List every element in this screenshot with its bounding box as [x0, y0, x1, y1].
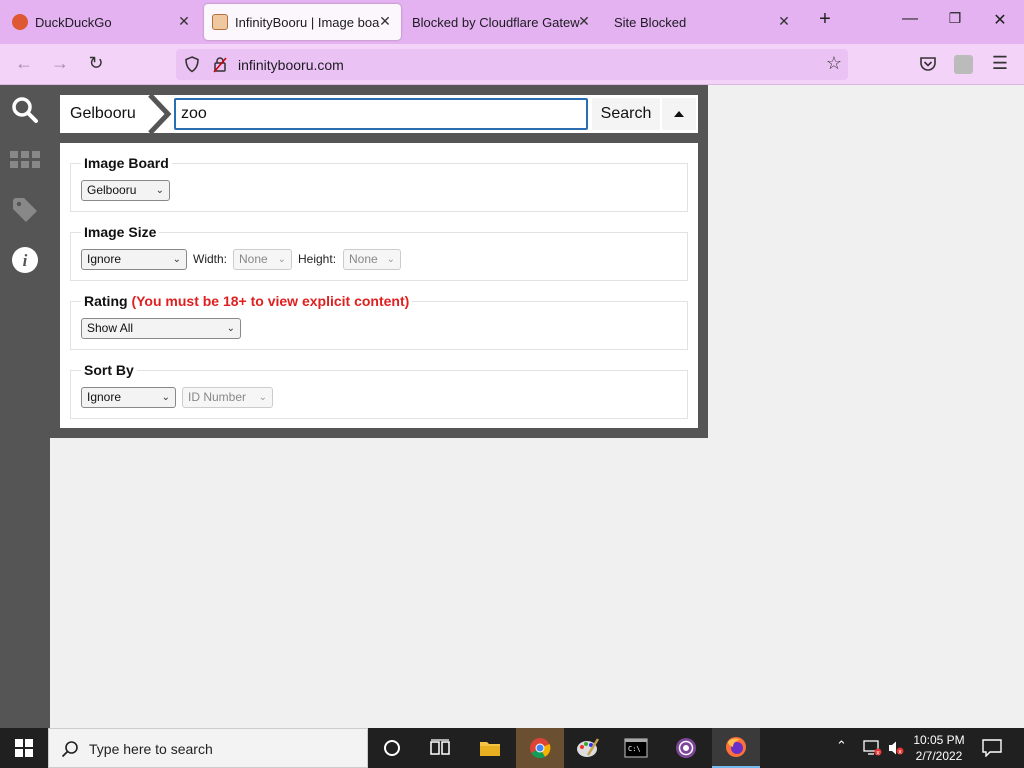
close-tab-icon[interactable]: ✕ — [377, 13, 393, 30]
taskbar-search[interactable]: Type here to search — [48, 728, 368, 768]
tab-cloudflare-blocked[interactable]: Blocked by Cloudflare Gateway ✕ — [404, 4, 600, 40]
chevron-down-icon: ⌄ — [172, 254, 181, 265]
tab-title: InfinityBooru | Image board — [235, 14, 380, 30]
navigation-bar: ← → ↻ infinitybooru.com ☆ ☰ — [0, 44, 1024, 85]
rating-select[interactable]: Show All ⌄ — [81, 318, 241, 339]
back-icon[interactable]: ← — [12, 53, 36, 74]
chevron-down-icon: ⌄ — [277, 254, 286, 265]
bookmark-star-icon[interactable]: ☆ — [826, 53, 842, 74]
search-panel: Gelbooru zoo Search Image Board Gelbooru… — [50, 85, 708, 438]
tab-duckduckgo[interactable]: DuckDuckGo ✕ — [4, 4, 200, 40]
tag-icon[interactable] — [10, 195, 40, 225]
search-button[interactable]: Search — [592, 98, 660, 130]
tab-title: DuckDuckGo — [35, 14, 112, 30]
search-row: Gelbooru zoo Search — [60, 95, 698, 133]
search-icon[interactable] — [10, 95, 40, 125]
info-icon[interactable]: i — [10, 245, 40, 275]
lock-icon[interactable] — [212, 56, 228, 73]
width-label: Width: — [193, 252, 228, 266]
image-size-group: Image Size Ignore ⌄ Width: None ⌄ Height: … — [70, 224, 688, 281]
firefox-icon[interactable] — [712, 728, 760, 768]
close-tab-icon[interactable]: ✕ — [176, 13, 192, 30]
chevron-down-icon: ⌄ — [161, 392, 170, 403]
image-board-legend: Image Board — [81, 155, 172, 171]
svg-text:x: x — [876, 750, 880, 757]
chrome-icon[interactable] — [516, 728, 564, 768]
search-input[interactable]: zoo — [174, 98, 588, 130]
close-tab-icon[interactable]: ✕ — [576, 13, 592, 30]
volume-muted-icon[interactable]: x — [888, 740, 904, 756]
network-icon[interactable]: x — [862, 740, 882, 756]
sort-by-legend: Sort By — [81, 362, 137, 378]
duckduckgo-icon — [12, 14, 28, 30]
tab-title: Blocked by Cloudflare Gateway — [412, 14, 580, 30]
triangle-up-icon — [674, 111, 684, 117]
taskbar: Type here to search C:\ ⌃ x x 10:05 PM 2… — [0, 728, 1024, 768]
site-sidebar: i — [0, 85, 50, 728]
height-label: Height: — [298, 252, 337, 266]
sort-by-group: Sort By Ignore ⌄ ID Number ⌄ — [70, 362, 688, 419]
rating-group: Rating (You must be 18+ to view explicit… — [70, 293, 688, 350]
notification-icon[interactable] — [982, 739, 1002, 757]
image-size-legend: Image Size — [81, 224, 160, 240]
width-select[interactable]: None ⌄ — [233, 249, 292, 270]
grid-icon[interactable] — [10, 145, 40, 175]
paint-icon[interactable] — [564, 728, 612, 768]
image-board-select[interactable]: Gelbooru ⌄ — [81, 180, 170, 201]
age-warning: (You must be 18+ to view explicit conten… — [131, 293, 410, 309]
collapse-options-button[interactable] — [662, 98, 696, 130]
tab-site-blocked[interactable]: Site Blocked ✕ — [604, 4, 800, 40]
svg-text:x: x — [898, 749, 902, 756]
chevron-right-icon — [148, 95, 172, 133]
chevron-down-icon: ⌄ — [258, 392, 267, 403]
restore-icon[interactable]: ❐ — [945, 10, 965, 27]
sort-by-select[interactable]: Ignore ⌄ — [81, 387, 176, 408]
height-select[interactable]: None ⌄ — [343, 249, 401, 270]
chevron-down-icon: ⌄ — [386, 254, 395, 265]
pocket-icon[interactable] — [919, 56, 937, 73]
new-tab-icon[interactable]: + — [815, 8, 835, 31]
task-view-icon[interactable] — [416, 728, 464, 768]
reload-icon[interactable]: ↻ — [84, 53, 108, 74]
minimize-icon[interactable]: — — [900, 10, 920, 28]
image-size-select[interactable]: Ignore ⌄ — [81, 249, 187, 270]
account-avatar[interactable] — [954, 55, 973, 74]
windows-start-icon[interactable] — [0, 728, 48, 768]
shield-icon[interactable] — [184, 56, 200, 73]
tray-chevron-up-icon[interactable]: ⌃ — [836, 738, 847, 754]
search-options: Image Board Gelbooru ⌄ Image Size Ignore ⌄… — [60, 143, 698, 428]
sort-field-select[interactable]: ID Number ⌄ — [182, 387, 273, 408]
address-bar[interactable]: infinitybooru.com ☆ — [176, 49, 848, 80]
image-board-group: Image Board Gelbooru ⌄ — [70, 155, 688, 212]
cortana-icon[interactable] — [368, 728, 416, 768]
tab-infinitybooru[interactable]: InfinityBooru | Image board ✕ — [204, 4, 401, 40]
file-explorer-icon[interactable] — [466, 728, 514, 768]
infinitybooru-icon — [212, 14, 228, 30]
taskbar-search-placeholder: Type here to search — [89, 741, 213, 757]
clock-date: 2/7/2022 — [915, 749, 963, 763]
menu-icon[interactable]: ☰ — [988, 53, 1012, 74]
search-icon — [61, 741, 78, 758]
tab-bar: DuckDuckGo ✕ InfinityBooru | Image board… — [0, 0, 1024, 44]
chevron-down-icon: ⌄ — [155, 185, 164, 196]
rating-legend: Rating (You must be 18+ to view explicit… — [81, 293, 413, 309]
clock-time: 10:05 PM — [913, 733, 965, 747]
url-text[interactable]: infinitybooru.com — [238, 57, 344, 73]
close-window-icon[interactable]: ✕ — [990, 10, 1010, 30]
chevron-down-icon: ⌄ — [226, 323, 235, 334]
close-tab-icon[interactable]: ✕ — [776, 13, 792, 30]
svg-text:C:\: C:\ — [628, 745, 641, 753]
terminal-icon[interactable]: C:\ — [612, 728, 660, 768]
system-clock[interactable]: 10:05 PM 2/7/2022 — [906, 732, 972, 764]
svg-text:i: i — [23, 251, 28, 270]
tor-browser-icon[interactable] — [662, 728, 710, 768]
tab-title: Site Blocked — [614, 14, 687, 30]
forward-icon[interactable]: → — [48, 53, 72, 74]
